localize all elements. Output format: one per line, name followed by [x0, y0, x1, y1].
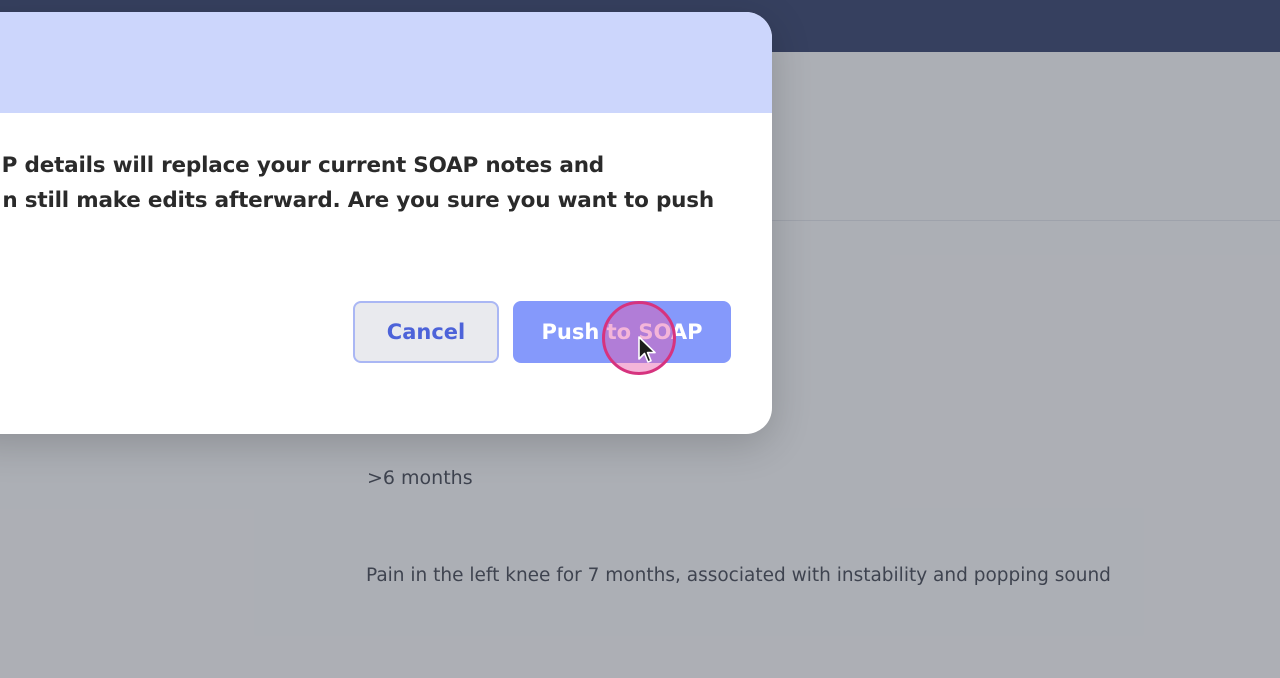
cancel-button[interactable]: Cancel [353, 301, 499, 363]
dialog-message-line-2: n still make edits afterward. Are you su… [2, 188, 714, 213]
dialog-message-line-1: P details will replace your current SOAP… [1, 153, 605, 178]
arrow-cursor-icon [638, 336, 656, 363]
dialog-header [0, 12, 772, 113]
